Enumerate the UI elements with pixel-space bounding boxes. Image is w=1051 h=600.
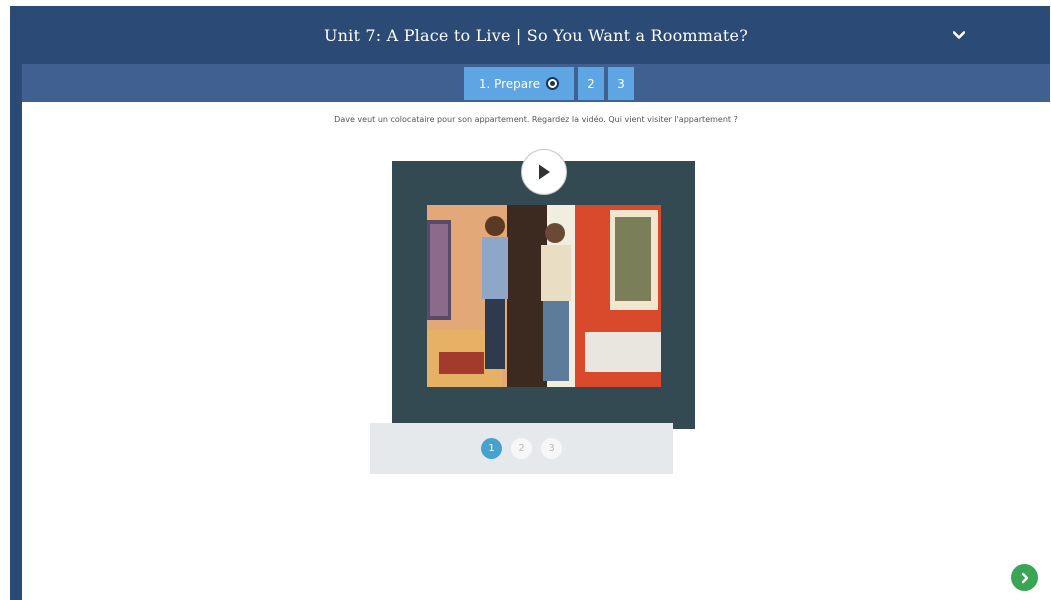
step-tab-label: 1. Prepare bbox=[478, 76, 541, 91]
page-dot-1[interactable]: 1 bbox=[481, 438, 502, 459]
video-card bbox=[392, 149, 695, 429]
step-tab-label: 2 bbox=[587, 76, 595, 91]
video-thumbnail[interactable] bbox=[427, 205, 661, 387]
step-tabs: 1. Prepare 2 3 bbox=[464, 67, 634, 100]
page-dot-2[interactable]: 2 bbox=[511, 438, 532, 459]
step-tab-prepare[interactable]: 1. Prepare bbox=[464, 67, 574, 100]
left-rail bbox=[0, 0, 10, 600]
chevron-right-icon bbox=[1021, 572, 1028, 583]
next-button[interactable] bbox=[1011, 564, 1038, 591]
radio-dot-icon bbox=[546, 77, 560, 90]
step-tab-label: 3 bbox=[617, 76, 625, 91]
play-button[interactable] bbox=[521, 149, 567, 195]
instruction-text: Dave veut un colocataire pour son appart… bbox=[334, 115, 738, 124]
chevron-down-icon[interactable] bbox=[948, 24, 970, 46]
title-bar: Unit 7: A Place to Live | So You Want a … bbox=[22, 6, 1050, 64]
step-bar: 1. Prepare 2 3 bbox=[22, 64, 1050, 102]
video-pager: 1 2 3 bbox=[370, 423, 673, 474]
step-tab-3[interactable]: 3 bbox=[608, 67, 634, 100]
page-dot-3[interactable]: 3 bbox=[541, 438, 562, 459]
lesson-title: Unit 7: A Place to Live | So You Want a … bbox=[323, 25, 748, 45]
play-icon bbox=[539, 164, 550, 180]
lesson-frame: Unit 7: A Place to Live | So You Want a … bbox=[10, 6, 1050, 600]
app-window: Unit 7: A Place to Live | So You Want a … bbox=[0, 0, 1051, 600]
step-tab-2[interactable]: 2 bbox=[578, 67, 604, 100]
